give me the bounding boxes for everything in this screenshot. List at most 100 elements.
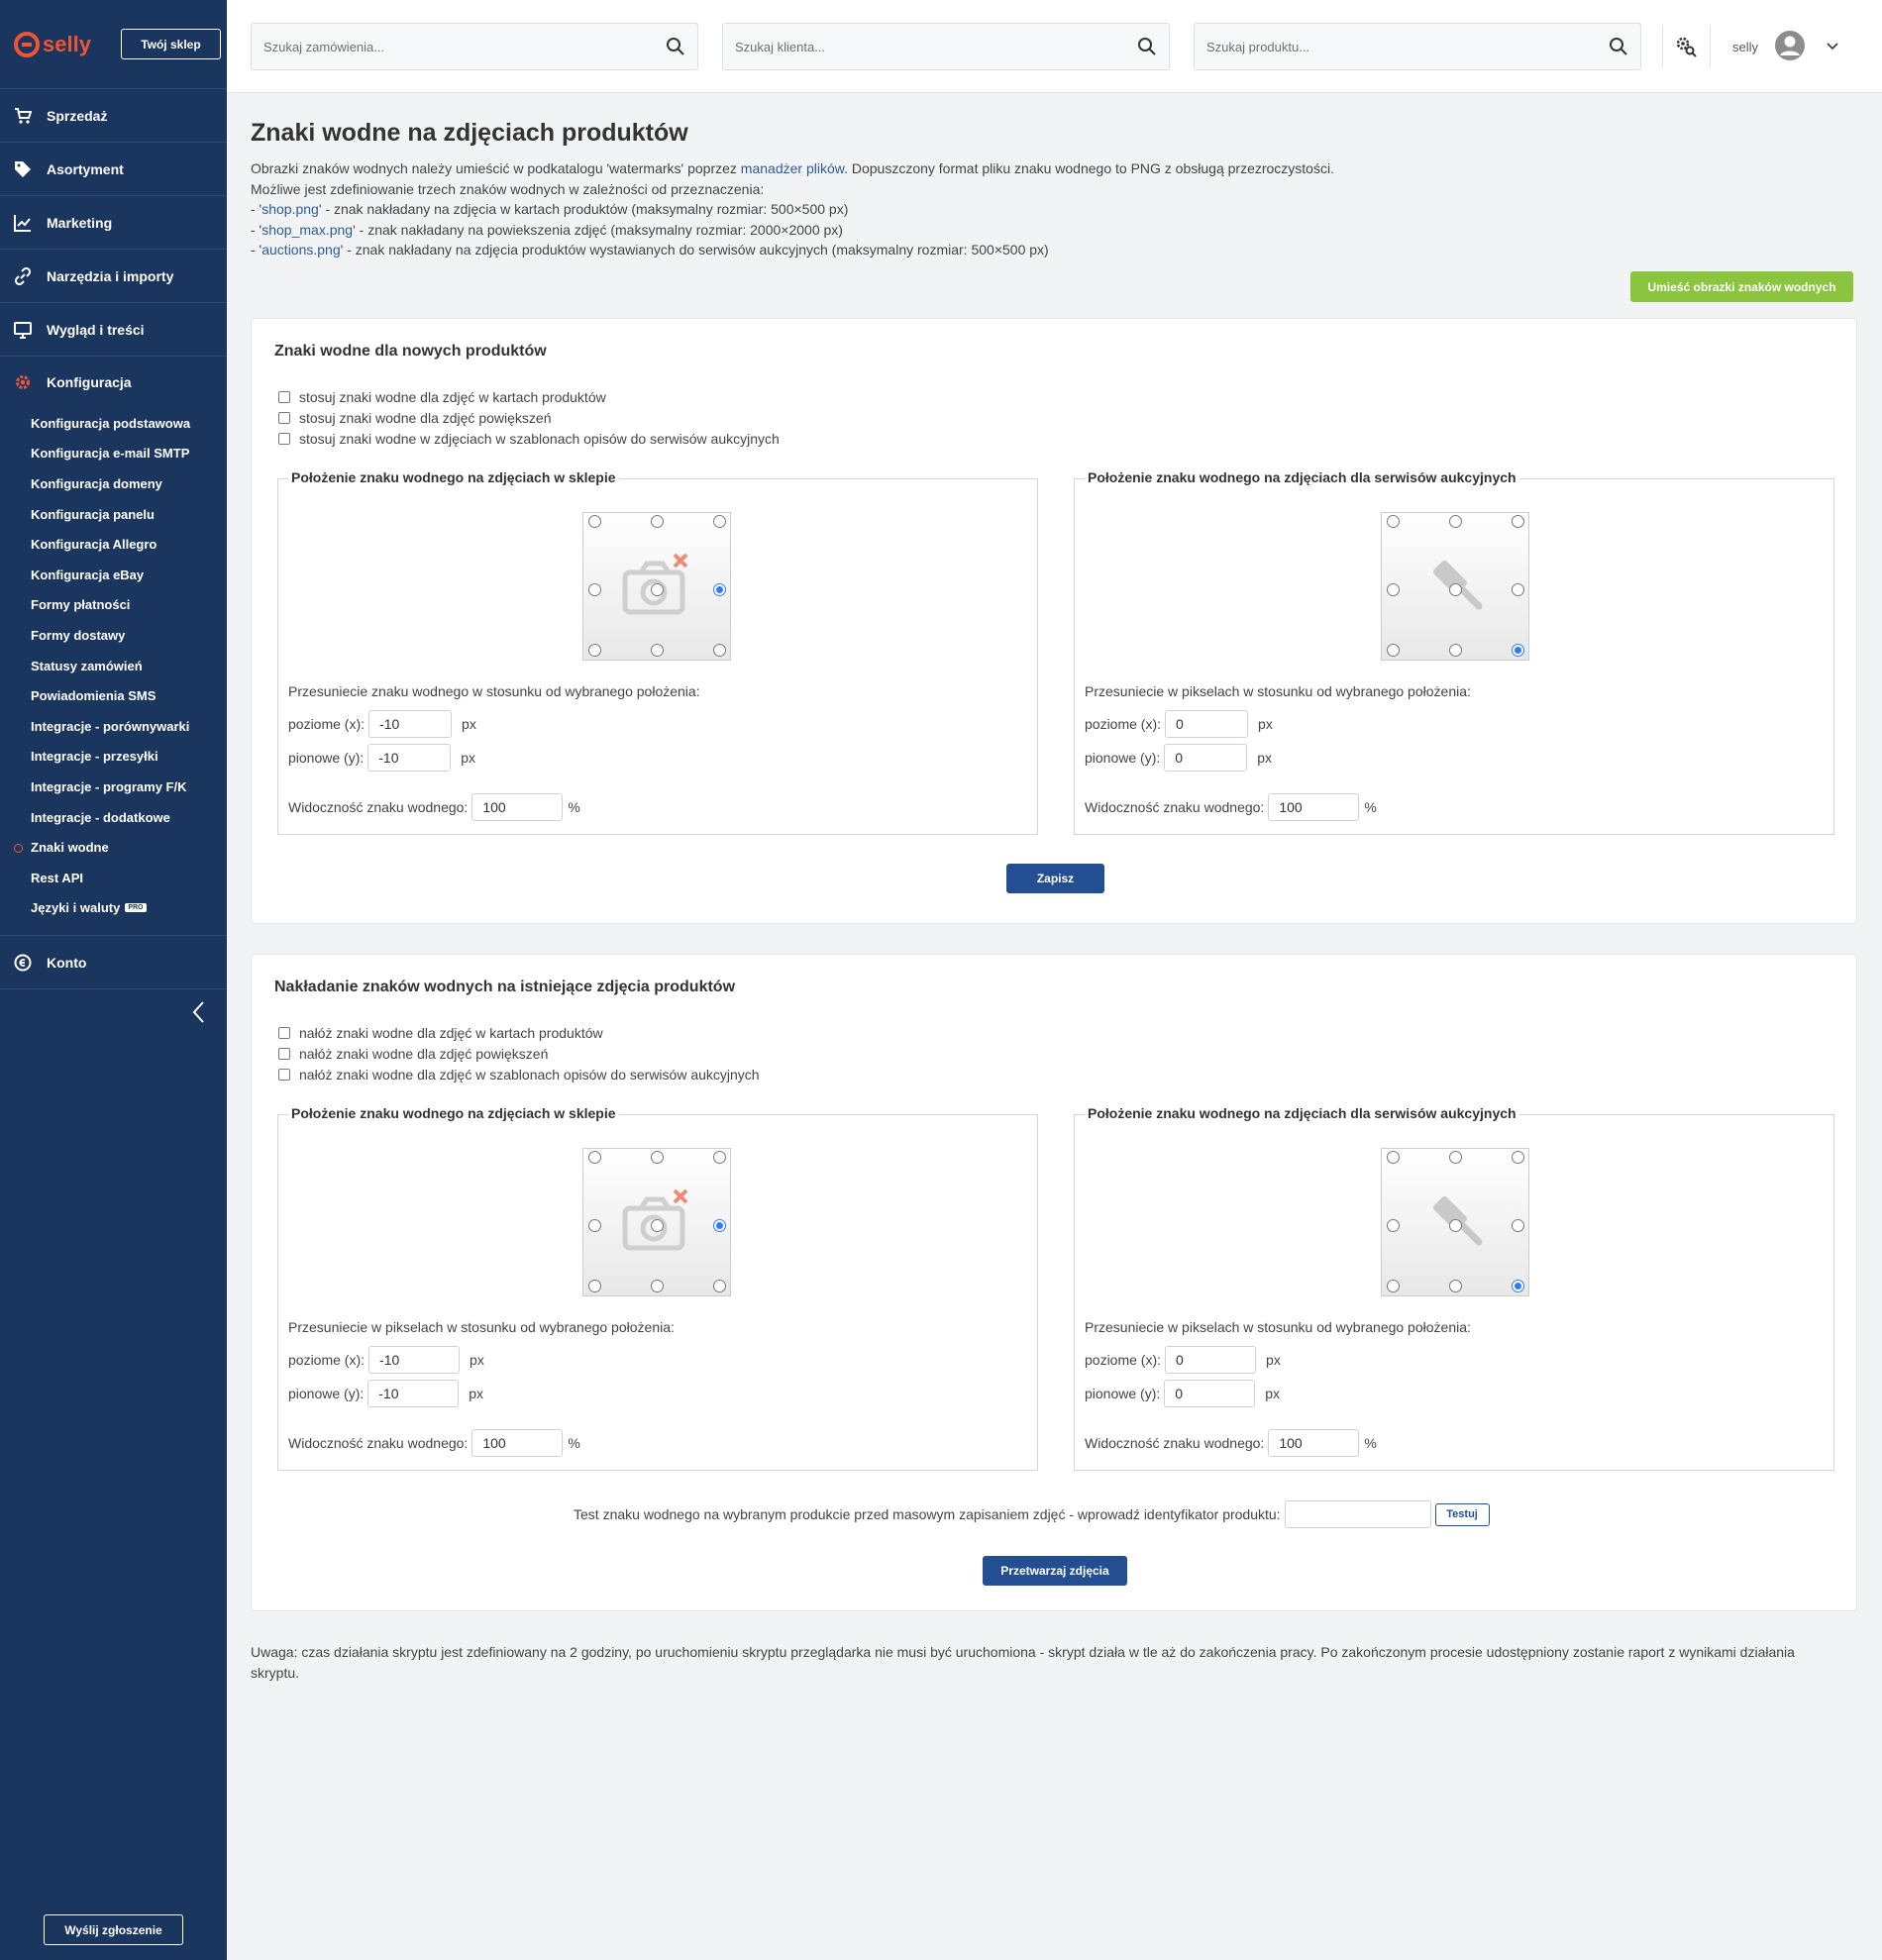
send-report-button[interactable]: Wyślij zgłoszenie: [44, 1914, 183, 1945]
checkbox-row[interactable]: nałóż znaki wodne dla zdjęć w kartach pr…: [278, 1022, 760, 1043]
offset-y-input[interactable]: [367, 744, 452, 772]
position-radio-middle-right[interactable]: [713, 583, 726, 596]
submenu-item[interactable]: Statusy zamówień: [0, 651, 227, 681]
visibility-input[interactable]: [471, 1429, 564, 1457]
auctions-png-link[interactable]: auctions.png: [261, 242, 340, 258]
visibility-input[interactable]: [1268, 793, 1360, 821]
position-radio-middle-right[interactable]: [1512, 583, 1524, 596]
settings-search-icon[interactable]: [1675, 36, 1697, 60]
submenu-item[interactable]: Integracje - przesyłki: [0, 742, 227, 773]
checkbox[interactable]: [278, 1047, 290, 1060]
position-radio-middle-right[interactable]: [713, 1219, 726, 1232]
shop-png-link[interactable]: shop.png: [261, 201, 319, 217]
shop-max-png-link[interactable]: shop_max.png: [261, 222, 353, 238]
position-radio-top-right[interactable]: [1512, 515, 1524, 528]
sidebar-item-tools[interactable]: Narzędzia i importy: [0, 250, 227, 303]
search-orders-input[interactable]: [263, 39, 666, 54]
position-radio-center[interactable]: [1449, 1219, 1462, 1232]
selly-logo[interactable]: selly: [14, 31, 91, 57]
position-radio-bottom-center[interactable]: [651, 644, 664, 657]
submenu-item[interactable]: Konfiguracja e-mail SMTP: [0, 439, 227, 469]
submenu-item[interactable]: Integracje - dodatkowe: [0, 802, 227, 833]
position-radio-middle-left[interactable]: [1387, 1219, 1400, 1232]
checkbox[interactable]: [278, 1026, 290, 1039]
position-radio-bottom-right[interactable]: [713, 1280, 726, 1292]
checkbox-row[interactable]: stosuj znaki wodne dla zdjęć w kartach p…: [278, 386, 780, 407]
upload-watermarks-button[interactable]: Umieść obrazki znaków wodnych: [1630, 271, 1853, 302]
checkbox[interactable]: [278, 432, 290, 445]
product-id-input[interactable]: [1284, 1500, 1431, 1528]
offset-x-input[interactable]: [368, 710, 453, 738]
checkbox[interactable]: [278, 390, 290, 403]
submenu-item[interactable]: Formy płatności: [0, 590, 227, 621]
submenu-item-languages[interactable]: Języki i waluty PRO: [0, 893, 227, 924]
position-radio-center[interactable]: [1449, 583, 1462, 596]
offset-y-input[interactable]: [367, 1380, 460, 1407]
submenu-item[interactable]: Integracje - porównywarki: [0, 711, 227, 742]
position-radio-top-left[interactable]: [1387, 515, 1400, 528]
search-clients-input[interactable]: [735, 39, 1137, 54]
checkbox-row[interactable]: stosuj znaki wodne w zdjęciach w szablon…: [278, 428, 780, 449]
user-menu[interactable]: selly: [1732, 30, 1839, 64]
submenu-item[interactable]: Powiadomienia SMS: [0, 680, 227, 711]
sidebar-item-account[interactable]: Konto: [0, 936, 227, 990]
offset-y-input[interactable]: [1164, 744, 1248, 772]
position-radio-top-center[interactable]: [1449, 1151, 1462, 1164]
submenu-item-current[interactable]: Znaki wodne: [0, 832, 227, 863]
chevron-left-icon[interactable]: [191, 1000, 205, 1031]
position-radio-middle-left[interactable]: [588, 583, 601, 596]
sidebar-item-appearance[interactable]: Wygląd i treści: [0, 303, 227, 357]
sidebar-item-marketing[interactable]: Marketing: [0, 196, 227, 250]
test-button[interactable]: Testuj: [1434, 1502, 1490, 1526]
position-radio-center[interactable]: [651, 1219, 664, 1232]
submenu-item[interactable]: Konfiguracja eBay: [0, 560, 227, 590]
search-products-input[interactable]: [1206, 39, 1609, 54]
offset-y-input[interactable]: [1164, 1380, 1256, 1407]
visibility-input[interactable]: [1268, 1429, 1360, 1457]
submenu-item[interactable]: Integracje - programy F/K: [0, 772, 227, 802]
position-radio-bottom-right[interactable]: [1512, 644, 1524, 657]
sidebar-item-assortment[interactable]: Asortyment: [0, 143, 227, 196]
checkbox-row[interactable]: nałóż znaki wodne dla zdjęć powiększeń: [278, 1043, 760, 1064]
checkbox[interactable]: [278, 1068, 290, 1081]
offset-x-input[interactable]: [1165, 710, 1249, 738]
position-radio-top-right[interactable]: [713, 515, 726, 528]
position-radio-bottom-left[interactable]: [588, 644, 601, 657]
position-radio-middle-left[interactable]: [588, 1219, 601, 1232]
offset-x-input[interactable]: [1165, 1346, 1257, 1374]
position-radio-top-right[interactable]: [1512, 1151, 1524, 1164]
sidebar-item-configuration[interactable]: Konfiguracja: [0, 357, 227, 408]
search-icon[interactable]: [666, 37, 685, 56]
position-radio-top-left[interactable]: [588, 515, 601, 528]
checkbox-row[interactable]: stosuj znaki wodne dla zdjęć powiększeń: [278, 407, 780, 428]
position-radio-middle-left[interactable]: [1387, 583, 1400, 596]
submenu-item[interactable]: Formy dostawy: [0, 620, 227, 651]
position-radio-center[interactable]: [651, 583, 664, 596]
visibility-input[interactable]: [471, 793, 564, 821]
position-radio-middle-right[interactable]: [1512, 1219, 1524, 1232]
position-radio-top-center[interactable]: [1449, 515, 1462, 528]
submenu-item[interactable]: Konfiguracja panelu: [0, 499, 227, 530]
chevron-down-icon[interactable]: [1826, 40, 1839, 54]
position-radio-top-left[interactable]: [1387, 1151, 1400, 1164]
process-photos-button[interactable]: Przetwarzaj zdjęcia: [983, 1556, 1127, 1586]
submenu-item[interactable]: Konfiguracja podstawowa: [0, 408, 227, 439]
sidebar-item-sales[interactable]: Sprzedaż: [0, 89, 227, 143]
submenu-item[interactable]: Rest API: [0, 863, 227, 893]
position-radio-top-center[interactable]: [651, 1151, 664, 1164]
position-radio-bottom-left[interactable]: [1387, 644, 1400, 657]
position-radio-bottom-right[interactable]: [713, 644, 726, 657]
position-radio-top-right[interactable]: [713, 1151, 726, 1164]
search-icon[interactable]: [1137, 37, 1157, 56]
position-radio-top-left[interactable]: [588, 1151, 601, 1164]
save-button[interactable]: Zapisz: [1006, 864, 1104, 893]
checkbox-row[interactable]: nałóż znaki wodne dla zdjęć w szablonach…: [278, 1064, 760, 1084]
submenu-item[interactable]: Konfiguracja domeny: [0, 468, 227, 499]
position-radio-bottom-right[interactable]: [1512, 1280, 1524, 1292]
your-shop-button[interactable]: Twój sklep: [120, 29, 221, 59]
position-radio-bottom-center[interactable]: [1449, 1280, 1462, 1292]
position-radio-bottom-left[interactable]: [588, 1280, 601, 1292]
position-radio-bottom-center[interactable]: [1449, 644, 1462, 657]
submenu-item[interactable]: Konfiguracja Allegro: [0, 529, 227, 560]
offset-x-input[interactable]: [368, 1346, 461, 1374]
